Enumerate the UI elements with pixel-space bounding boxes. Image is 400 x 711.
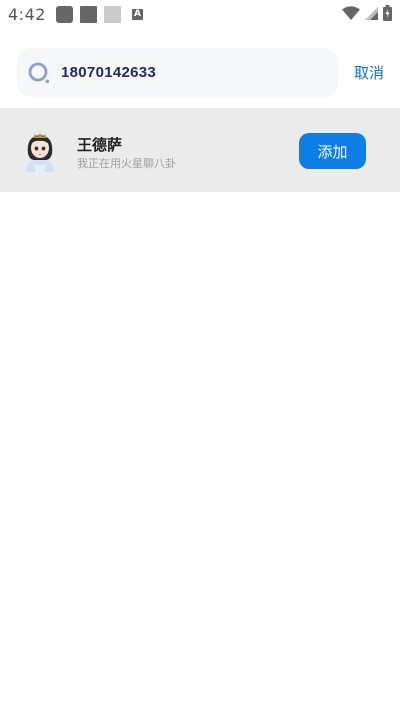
notification-square-icon — [103, 5, 121, 23]
wifi-icon — [342, 6, 360, 20]
search-input[interactable]: 18070142633 — [17, 48, 338, 97]
search-icon — [28, 62, 50, 83]
a-icon: A — [131, 8, 143, 20]
status-bar: 4:42 A — [0, 0, 400, 28]
notification-square-icon — [79, 5, 97, 23]
battery-icon — [383, 5, 392, 21]
status-right — [342, 5, 392, 21]
avatar[interactable] — [20, 130, 60, 172]
add-friend-button[interactable]: 添加 — [299, 133, 366, 169]
user-name: 王德萨 — [77, 136, 123, 154]
signal-icon — [365, 6, 378, 20]
search-result-row[interactable]: 王德萨 我正在用火星聊八卦 添加 — [0, 108, 400, 192]
status-time: 4:42 — [8, 4, 46, 24]
user-signature: 我正在用火星聊八卦 — [77, 157, 176, 170]
search-value: 18070142633 — [61, 64, 157, 81]
search-row: 18070142633 取消 — [0, 48, 400, 98]
cancel-button[interactable]: 取消 — [354, 62, 384, 83]
notification-square-icon — [55, 5, 73, 23]
